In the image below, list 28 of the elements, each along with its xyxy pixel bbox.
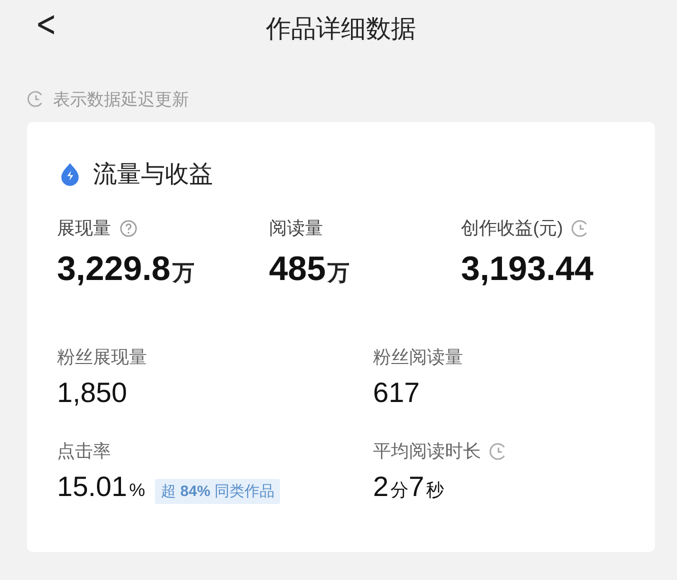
metric-label: 粉丝阅读量 — [373, 346, 463, 369]
metric-label: 点击率 — [57, 440, 111, 463]
section-title: 流量与收益 — [93, 160, 213, 190]
metric-label: 阅读量 — [269, 217, 323, 240]
comparison-tag: 超 84% 同类作品 — [155, 479, 280, 504]
metric-value: 15.01 — [57, 471, 128, 503]
back-button[interactable]: < — [32, 4, 60, 45]
clock-icon — [571, 218, 590, 238]
page-title: 作品详细数据 — [266, 14, 416, 44]
metric-unit: 分 — [390, 479, 409, 502]
metric-label: 创作收益(元) — [461, 217, 563, 240]
metric-value: 2 — [373, 471, 389, 503]
metric-value: 617 — [373, 377, 420, 409]
metric-value: 7 — [408, 471, 424, 503]
clock-icon — [489, 442, 508, 460]
metric-label: 展现量 — [57, 217, 111, 240]
metric-unit: % — [129, 480, 146, 501]
notice-text: 表示数据延迟更新 — [53, 88, 189, 110]
help-icon[interactable] — [119, 218, 138, 238]
metric-value: 3,229.8 — [57, 250, 170, 289]
metric-label: 粉丝展现量 — [57, 346, 147, 369]
metric-label: 平均阅读时长 — [373, 440, 481, 463]
metric-unit: 万 — [172, 259, 194, 287]
metric-value: 485 — [269, 250, 326, 289]
metric-value: 3,193.44 — [461, 250, 594, 289]
metric-unit: 秒 — [426, 479, 444, 502]
metric-unit: 万 — [328, 259, 350, 287]
metric-value: 1,850 — [57, 377, 128, 409]
